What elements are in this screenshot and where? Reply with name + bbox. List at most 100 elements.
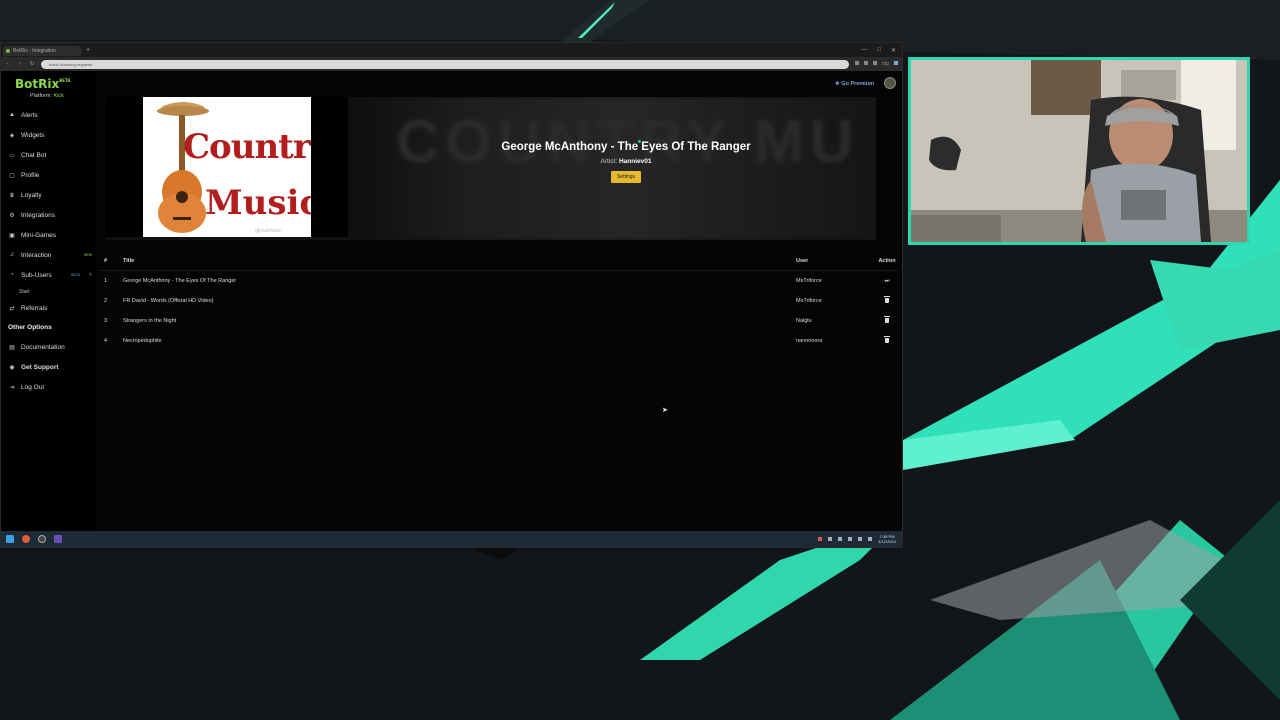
platform-indicator: Platform: Kick xyxy=(5,93,92,99)
back-icon[interactable]: ‹ xyxy=(5,61,11,67)
settings-button[interactable]: Settings xyxy=(610,171,642,183)
beta-badge: BETA xyxy=(71,273,81,277)
table-row: 3 Strangers in the Night Nalglu xyxy=(100,311,898,331)
window-controls: — □ ✕ xyxy=(861,47,902,54)
users-icon: ◔ xyxy=(10,272,14,278)
song-queue-table: # Title User Action 1 George McAnthony -… xyxy=(100,251,898,351)
album-cover: Country Music gfycatmusic xyxy=(106,97,348,237)
col-num: # xyxy=(104,257,108,264)
minimize-icon[interactable]: — xyxy=(861,47,867,54)
avatar[interactable] xyxy=(884,77,896,89)
sidebar-item-label: Log Out xyxy=(21,383,45,391)
address-bar: ‹ › ↻ botrix.live/song-requests rdp xyxy=(1,57,902,71)
book-icon: ▤ xyxy=(9,344,15,351)
go-premium-label: Go Premium xyxy=(841,81,874,87)
now-playing-card: COUNTRY MU Country xyxy=(106,97,876,240)
star-icon: ★ xyxy=(834,81,840,87)
share-icon: ⇄ xyxy=(9,305,15,312)
brand-tag: BETA xyxy=(59,78,71,83)
volume-icon[interactable] xyxy=(868,537,873,541)
tray-icon[interactable] xyxy=(848,537,853,541)
triangle-icon: ▲ xyxy=(9,112,15,118)
sidebar-item-integrations[interactable]: ⚙ Integrations xyxy=(5,205,92,225)
brand-name: BotRix xyxy=(15,77,60,91)
trash-icon xyxy=(884,296,890,303)
maximize-icon[interactable]: □ xyxy=(877,47,881,54)
trash-icon xyxy=(884,316,890,323)
sidebar-item-loyalty[interactable]: ♛ Loyalty xyxy=(5,185,92,205)
now-playing-title: George McAnthony - The Eyes Of The Range… xyxy=(501,141,751,153)
other-options-heading: Other Options xyxy=(8,324,52,331)
taskbar: 7:38 PM 4/12/2024 xyxy=(1,531,902,547)
sidebar-item-alerts[interactable]: ▲ Alerts xyxy=(5,105,92,125)
webcam-feed-image xyxy=(911,60,1247,242)
tray-icon[interactable] xyxy=(818,537,823,541)
extension-icon[interactable] xyxy=(872,61,877,65)
col-user: User xyxy=(796,257,809,264)
browser-taskbar-icon[interactable] xyxy=(22,535,30,543)
tab-bar: BotRix - Integration + — □ ✕ xyxy=(1,43,902,57)
row-title: Necropedophile xyxy=(123,338,162,344)
chevron-up-icon[interactable]: ˄ xyxy=(89,272,92,278)
webcam-overlay xyxy=(908,57,1250,245)
url-input[interactable]: botrix.live/song-requests xyxy=(41,59,849,69)
forward-icon[interactable]: › xyxy=(17,61,23,67)
new-tab-icon[interactable]: + xyxy=(86,47,90,54)
artist-name: Hanniev01 xyxy=(618,158,652,165)
cover-text-music: Music xyxy=(205,183,311,223)
extension-icon[interactable] xyxy=(854,61,859,65)
sidebar-item-sub-users[interactable]: ◔ Sub-Users BETA ˄ xyxy=(5,265,92,285)
skip-button[interactable]: ⏭ xyxy=(876,278,898,285)
system-tray: 7:38 PM 4/12/2024 xyxy=(818,534,902,544)
sidebar-item-label: Loyalty xyxy=(21,191,42,199)
extension-label[interactable]: rdp xyxy=(882,61,889,67)
windows-start-icon[interactable] xyxy=(6,535,14,543)
sidebar-item-get-support[interactable]: ◉ Get Support xyxy=(5,357,92,377)
reload-icon[interactable]: ↻ xyxy=(29,61,35,67)
cover-watermark: gfycatmusic xyxy=(255,228,282,234)
sidebar-item-label: Chat Bot xyxy=(21,151,47,159)
table-row: 1 George McAnthony - The Eyes Of The Ran… xyxy=(100,271,898,291)
sidebar-item-interaction[interactable]: ♫ Interaction NEW xyxy=(5,245,92,265)
row-num: 3 xyxy=(104,318,108,324)
sidebar-item-label: Widgets xyxy=(21,131,45,139)
sidebar-item-documentation[interactable]: ▤ Documentation xyxy=(5,337,92,357)
extension-icon[interactable] xyxy=(863,61,868,65)
sidebar-item-referrals[interactable]: ⇄ Referrals xyxy=(5,298,92,318)
tray-icon[interactable] xyxy=(828,537,833,541)
platform-value: Kick xyxy=(53,93,64,99)
app-taskbar-icon[interactable] xyxy=(54,535,62,543)
sidebar-subitem-start[interactable]: Start xyxy=(5,285,92,298)
main-content: ★ Go Premium COUNTRY MU Countr Music gfy… xyxy=(96,71,902,531)
sidebar-item-chat-bot[interactable]: ▭ Chat Bot xyxy=(5,145,92,165)
trash-icon xyxy=(884,336,890,343)
botrix-app: BotRix BETA Platform: Kick ▲ Alerts ◈ Wid… xyxy=(1,71,902,531)
table-row: 2 FR David - Words (Official HD Video) M… xyxy=(100,291,898,311)
brand-logo[interactable]: BotRix BETA xyxy=(5,77,92,91)
delete-button[interactable] xyxy=(876,316,898,325)
taskbar-clock[interactable]: 7:38 PM 4/12/2024 xyxy=(878,534,896,544)
sidebar-item-label: Mini-Games xyxy=(21,231,57,239)
delete-button[interactable] xyxy=(876,336,898,345)
cover-text-country: Country xyxy=(183,127,311,167)
bookmark-star-icon[interactable] xyxy=(894,61,898,65)
artist-label: Artist: xyxy=(600,158,618,165)
layers-icon: ◈ xyxy=(9,132,15,139)
sidebar-item-label: Profile xyxy=(21,171,40,179)
sidebar-item-profile[interactable]: ▢ Profile xyxy=(5,165,92,185)
go-premium-button[interactable]: ★ Go Premium xyxy=(835,81,874,87)
sidebar-item-widgets[interactable]: ◈ Widgets xyxy=(5,125,92,145)
obs-taskbar-icon[interactable] xyxy=(38,535,46,543)
row-user: MsTriforce xyxy=(796,298,822,304)
sidebar-item-mini-games[interactable]: ▣ Mini-Games xyxy=(5,225,92,245)
row-user: MsTriforce xyxy=(796,278,822,284)
network-icon[interactable] xyxy=(858,537,863,541)
tray-icon[interactable] xyxy=(838,537,843,541)
new-badge: NEW xyxy=(83,253,92,257)
close-icon[interactable]: ✕ xyxy=(891,47,896,54)
delete-button[interactable] xyxy=(876,296,898,305)
sidebar: BotRix BETA Platform: Kick ▲ Alerts ◈ Wid… xyxy=(1,71,96,531)
sidebar-item-log-out[interactable]: ⇥ Log Out xyxy=(5,377,92,397)
browser-tab[interactable]: BotRix - Integration xyxy=(3,46,81,56)
col-action: Action xyxy=(878,257,896,264)
